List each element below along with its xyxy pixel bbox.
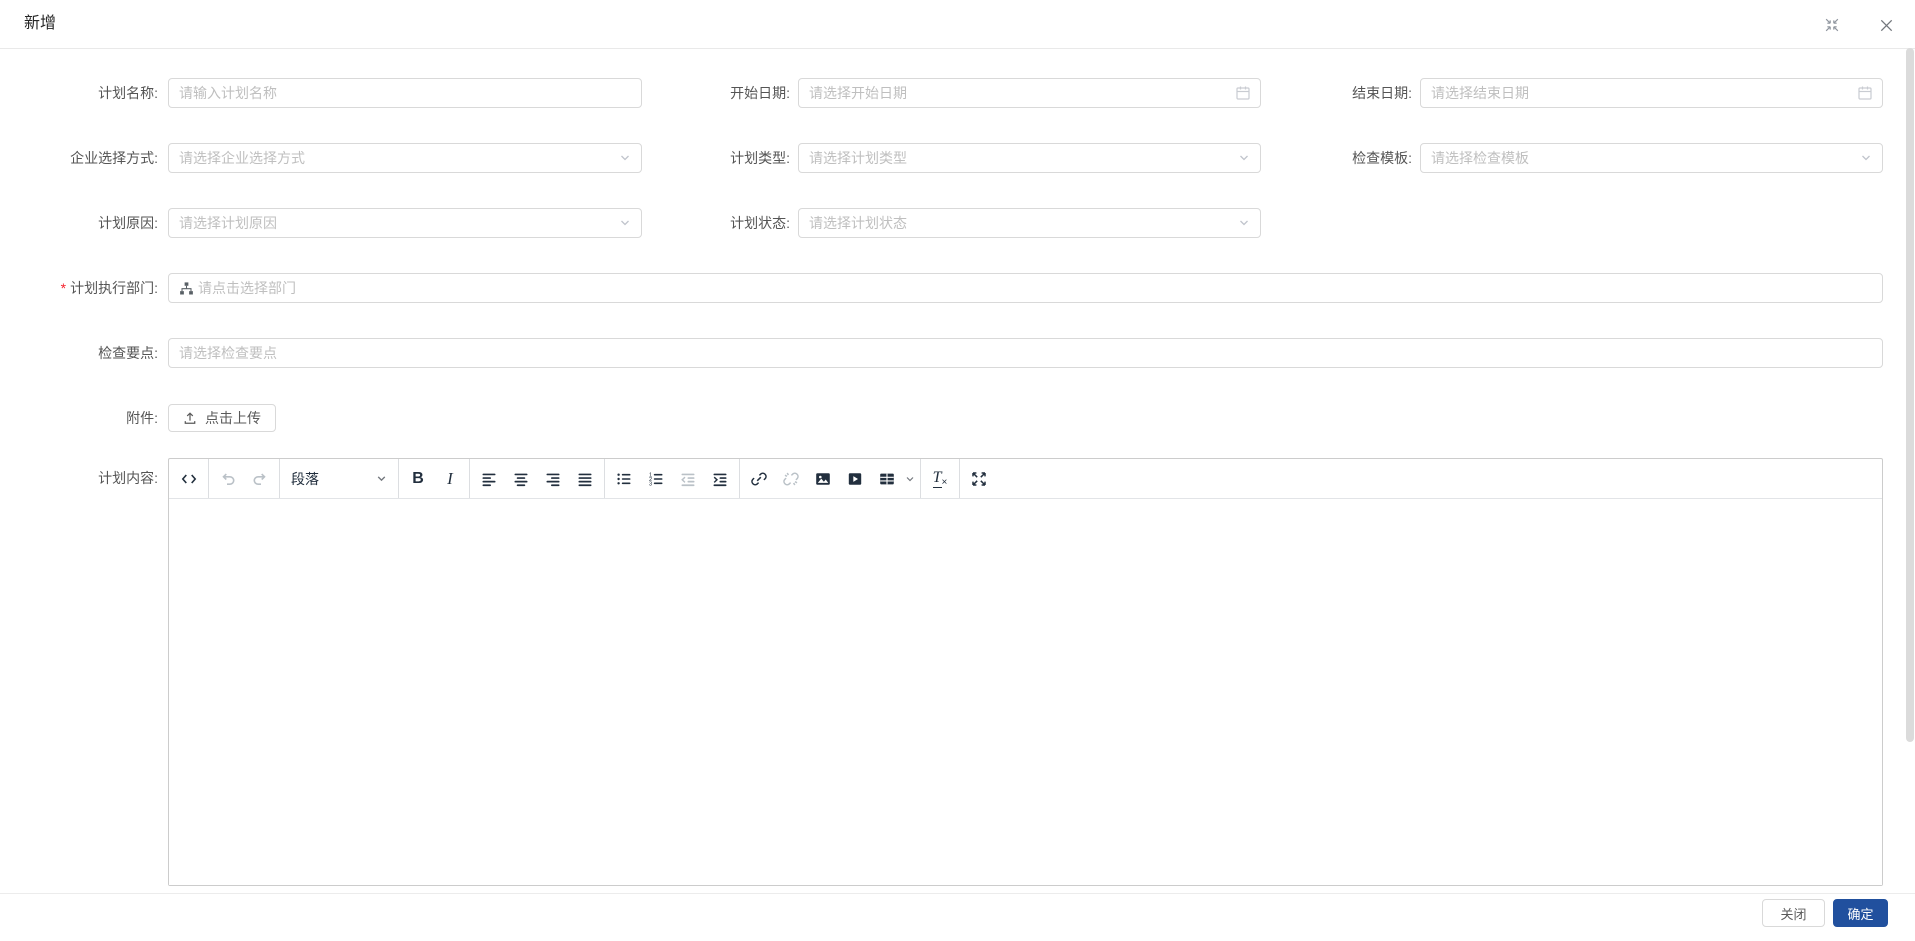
link-icon[interactable] bbox=[743, 462, 775, 496]
paragraph-format-select[interactable]: 段落 bbox=[283, 462, 395, 496]
enterprise-mode-value[interactable] bbox=[169, 145, 641, 171]
numbered-list-icon[interactable]: 123 bbox=[640, 462, 672, 496]
org-tree-icon bbox=[179, 281, 194, 296]
svg-text:3: 3 bbox=[649, 481, 652, 487]
indent-icon[interactable] bbox=[704, 462, 736, 496]
plan-name-input-wrap[interactable] bbox=[168, 78, 642, 108]
align-justify-icon[interactable] bbox=[569, 462, 601, 496]
table-icon[interactable] bbox=[871, 462, 903, 496]
redo-icon[interactable] bbox=[244, 462, 276, 496]
toolbar-divider bbox=[920, 459, 921, 498]
align-center-icon[interactable] bbox=[505, 462, 537, 496]
enterprise-mode-select[interactable] bbox=[168, 143, 642, 173]
plan-name-label: 计划名称: bbox=[98, 85, 158, 101]
plan-status-value[interactable] bbox=[799, 210, 1260, 236]
plan-reason-label: 计划原因: bbox=[98, 215, 158, 231]
upload-icon bbox=[183, 411, 197, 425]
required-mark: * bbox=[60, 280, 67, 296]
table-dropdown-chevron-icon[interactable] bbox=[905, 474, 915, 484]
italic-icon[interactable]: I bbox=[434, 462, 466, 496]
check-template-label: 检查模板: bbox=[1352, 150, 1412, 166]
start-date-picker[interactable] bbox=[798, 78, 1261, 108]
start-date-label: 开始日期: bbox=[730, 85, 790, 101]
plan-type-label: 计划类型: bbox=[730, 150, 790, 166]
exec-department-picker[interactable] bbox=[168, 273, 1883, 303]
toolbar-divider bbox=[279, 459, 280, 498]
toolbar-divider bbox=[469, 459, 470, 498]
fullscreen-icon[interactable] bbox=[963, 462, 995, 496]
plan-content-label: 计划内容: bbox=[98, 470, 158, 486]
remove-format-icon[interactable]: T × bbox=[924, 462, 956, 496]
toolbar-divider bbox=[398, 459, 399, 498]
upload-button[interactable]: 点击上传 bbox=[168, 404, 276, 432]
undo-icon[interactable] bbox=[212, 462, 244, 496]
check-points-label: 检查要点: bbox=[98, 345, 158, 361]
toolbar-divider bbox=[959, 459, 960, 498]
exit-fullscreen-icon[interactable] bbox=[1822, 15, 1842, 35]
bullet-list-icon[interactable] bbox=[608, 462, 640, 496]
image-icon[interactable] bbox=[807, 462, 839, 496]
plan-type-value[interactable] bbox=[799, 145, 1260, 171]
footer-divider bbox=[0, 893, 1915, 894]
end-date-picker[interactable] bbox=[1420, 78, 1883, 108]
attachment-label: 附件: bbox=[126, 410, 158, 426]
enterprise-mode-label: 企业选择方式: bbox=[70, 150, 158, 166]
check-points-input[interactable] bbox=[169, 340, 1882, 366]
toolbar-divider bbox=[739, 459, 740, 498]
dialog-title: 新增 bbox=[24, 15, 57, 32]
start-date-input[interactable] bbox=[799, 80, 1260, 106]
end-date-input[interactable] bbox=[1421, 80, 1882, 106]
check-points-select[interactable] bbox=[168, 338, 1883, 368]
toolbar-divider bbox=[604, 459, 605, 498]
paragraph-format-value: 段落 bbox=[291, 470, 319, 487]
plan-name-input[interactable] bbox=[169, 80, 641, 106]
bold-icon[interactable]: B bbox=[402, 462, 434, 496]
plan-type-select[interactable] bbox=[798, 143, 1261, 173]
plan-reason-value[interactable] bbox=[169, 210, 641, 236]
align-right-icon[interactable] bbox=[537, 462, 569, 496]
plan-status-select[interactable] bbox=[798, 208, 1261, 238]
check-template-value[interactable] bbox=[1421, 145, 1882, 171]
source-code-icon[interactable] bbox=[173, 462, 205, 496]
check-template-select[interactable] bbox=[1420, 143, 1883, 173]
header-divider bbox=[0, 48, 1915, 49]
outdent-icon[interactable] bbox=[672, 462, 704, 496]
unlink-icon[interactable] bbox=[775, 462, 807, 496]
vertical-scrollbar-thumb[interactable] bbox=[1906, 48, 1914, 742]
add-plan-dialog: 新增 计划名称: 开始日期: 结束日期: bbox=[0, 0, 1915, 941]
confirm-button[interactable]: 确定 bbox=[1833, 899, 1888, 927]
align-left-icon[interactable] bbox=[473, 462, 505, 496]
rich-text-editor: 段落 B I 123 T × bbox=[168, 458, 1883, 886]
end-date-label: 结束日期: bbox=[1352, 85, 1412, 101]
media-icon[interactable] bbox=[839, 462, 871, 496]
upload-button-label: 点击上传 bbox=[205, 410, 261, 426]
plan-status-label: 计划状态: bbox=[730, 215, 790, 231]
editor-toolbar: 段落 B I 123 T × bbox=[169, 459, 1882, 499]
close-icon[interactable] bbox=[1876, 15, 1896, 35]
exec-department-label: * 计划执行部门: bbox=[60, 280, 158, 296]
exec-department-input[interactable] bbox=[194, 275, 1882, 301]
plan-reason-select[interactable] bbox=[168, 208, 642, 238]
close-button[interactable]: 关闭 bbox=[1762, 899, 1825, 927]
toolbar-divider bbox=[208, 459, 209, 498]
editor-content-area[interactable] bbox=[169, 499, 1882, 885]
